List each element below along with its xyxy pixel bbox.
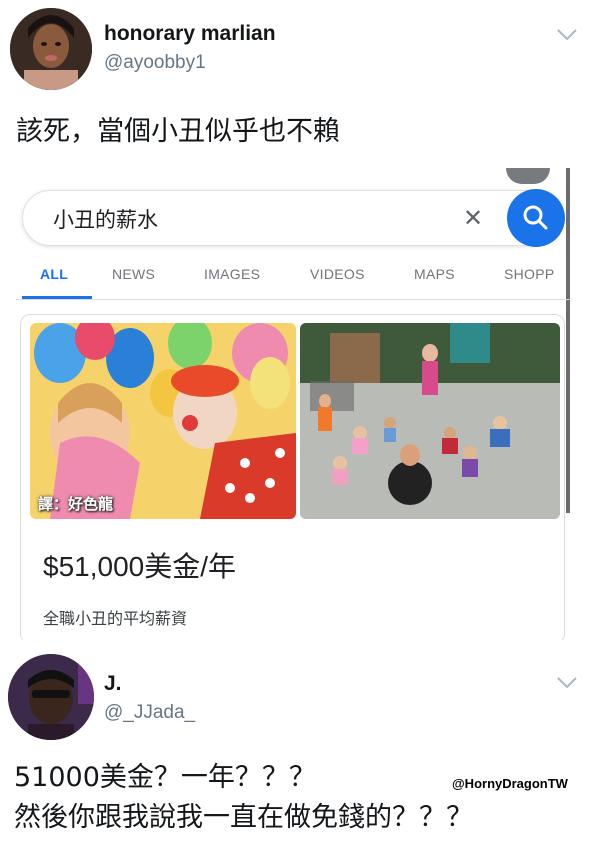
tab-news[interactable]: NEWS xyxy=(112,266,155,282)
scrollbar xyxy=(566,168,570,513)
search-input[interactable]: 小丑的薪水 xyxy=(53,204,158,234)
salary-figure: $51,000美金/年 xyxy=(43,551,236,582)
clown-balloon-image[interactable]: 譯：好色龍 xyxy=(30,323,296,519)
result-card[interactable]: 譯：好色龍 $51,000美金/年 全職小丑的平均薪資 xyxy=(20,314,565,640)
tab-all[interactable]: ALL xyxy=(40,266,68,282)
avatar[interactable] xyxy=(8,654,94,740)
tweet-2: J. @_JJada_ 51000美金？一年？？？ 然後你跟我說我一直在做免錢的… xyxy=(0,640,600,850)
scroll-indicator xyxy=(506,168,550,184)
display-name[interactable]: J. xyxy=(104,672,122,696)
search-tabs: ALL NEWS IMAGES VIDEOS MAPS SHOPP xyxy=(16,266,570,300)
tweet-text: 該死，當個小丑似乎也不賴 xyxy=(16,116,340,147)
search-icon xyxy=(523,205,548,230)
tab-maps[interactable]: MAPS xyxy=(414,266,455,282)
display-name[interactable]: honorary marlian xyxy=(104,22,276,46)
handle[interactable]: @_JJada_ xyxy=(104,702,195,724)
salary-description: 全職小丑的平均薪資 xyxy=(43,609,188,628)
tweet-text-line-1: 51000美金？一年？？？ xyxy=(14,762,316,793)
clown-party-image[interactable] xyxy=(300,323,560,519)
tweet-text-line-2: 然後你跟我說我一直在做免錢的？？？ xyxy=(14,802,473,833)
search-button[interactable] xyxy=(507,189,565,247)
handle[interactable]: @ayoobby1 xyxy=(104,52,206,74)
google-search-screenshot: 小丑的薪水 ✕ ALL NEWS IMAGES VIDEOS MAPS SHOP… xyxy=(16,168,570,640)
tab-images[interactable]: IMAGES xyxy=(204,266,260,282)
close-icon[interactable]: ✕ xyxy=(463,203,483,233)
tweet-1: honorary marlian @ayoobby1 該死，當個小丑似乎也不賴 xyxy=(0,0,600,160)
avatar[interactable] xyxy=(10,8,92,90)
search-bar[interactable]: 小丑的薪水 ✕ xyxy=(22,189,565,247)
chevron-down-icon[interactable] xyxy=(556,676,578,690)
tab-shopping[interactable]: SHOPP xyxy=(504,266,555,282)
watermark-credit: @HornyDragonTW xyxy=(452,776,568,791)
tab-videos[interactable]: VIDEOS xyxy=(310,266,365,282)
tabs-divider xyxy=(16,299,570,300)
chevron-down-icon[interactable] xyxy=(556,28,578,42)
translator-tag: 譯：好色龍 xyxy=(38,495,114,513)
